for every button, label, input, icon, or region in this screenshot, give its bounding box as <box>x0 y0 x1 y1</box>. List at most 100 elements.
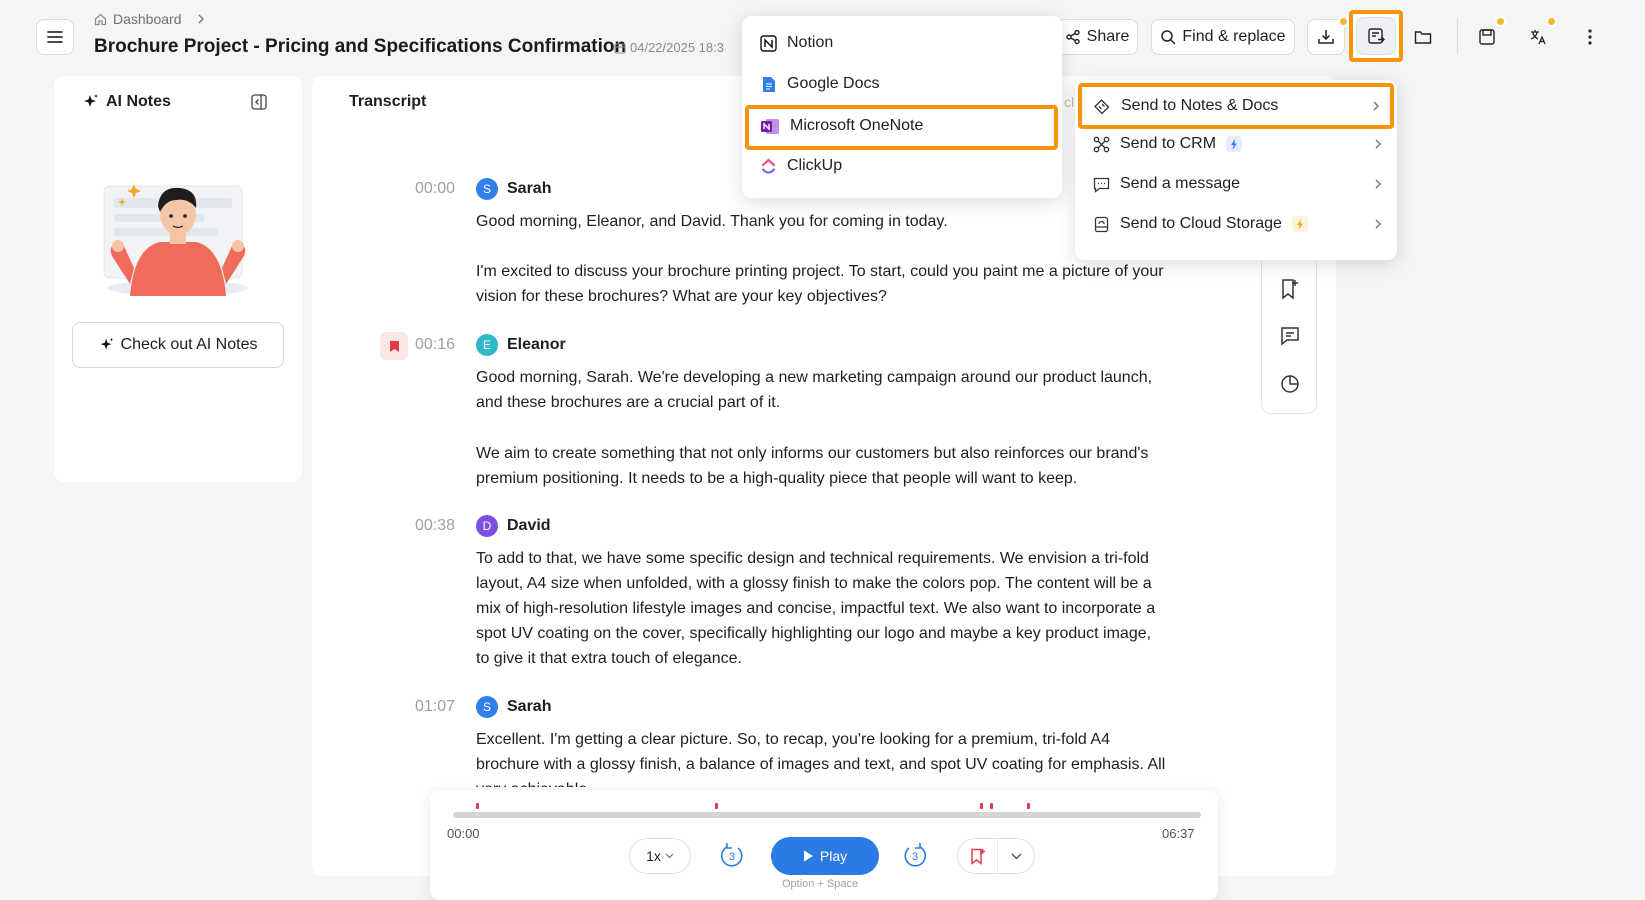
avatar: E <box>476 334 498 356</box>
skip-back-seconds: 3 <box>729 851 735 863</box>
breadcrumb[interactable]: Dashboard <box>94 11 206 27</box>
cloud-storage-icon <box>1094 216 1109 232</box>
speaker[interactable]: D David <box>476 515 551 537</box>
skip-forward-seconds: 3 <box>912 851 918 863</box>
sparkle-icon <box>100 337 113 350</box>
segment-time[interactable]: 00:00 <box>415 180 455 198</box>
side-toolbar <box>1261 262 1317 414</box>
play-icon <box>803 850 813 862</box>
chevron-right-icon <box>1373 101 1379 111</box>
bookmark-tick[interactable] <box>715 803 718 809</box>
speaker[interactable]: S Sarah <box>476 178 551 200</box>
add-bookmark-button[interactable] <box>1280 278 1300 305</box>
segment-time[interactable]: 00:16 <box>415 336 455 354</box>
ai-notes-title: AI Notes <box>82 93 171 111</box>
bookmark-tick[interactable] <box>1027 803 1030 809</box>
transcript-paragraph[interactable]: Good morning, Eleanor, and David. Thank … <box>476 209 1166 234</box>
bookmark-tick[interactable] <box>980 803 983 809</box>
bookmark-control <box>957 838 1035 874</box>
skip-forward-button[interactable]: 3 <box>901 841 929 869</box>
crm-icon <box>1093 136 1110 152</box>
pie-chart-icon <box>1281 375 1299 393</box>
chevron-right-icon <box>1375 139 1381 149</box>
transcript-paragraph[interactable]: Excellent. I'm getting a clear picture. … <box>476 727 1166 787</box>
check-out-ai-notes-button[interactable]: Check out AI Notes <box>72 322 284 368</box>
analytics-button[interactable] <box>1280 374 1300 399</box>
menu-item-notion[interactable]: Notion <box>760 34 833 52</box>
transcript-paragraph[interactable]: Good morning, Sarah. We're developing a … <box>476 365 1166 415</box>
page-title: Brochure Project - Pricing and Specifica… <box>94 36 627 57</box>
transcript-paragraph[interactable]: We aim to create something that not only… <box>476 441 1166 491</box>
translate-button[interactable] <box>1526 16 1557 49</box>
comment-button[interactable] <box>1280 326 1300 351</box>
sidebar-collapse-icon <box>251 94 267 110</box>
meeting-date: 04/22/2025 18:3 <box>614 40 724 55</box>
chevron-down-icon <box>665 853 674 859</box>
more-vertical-icon <box>1588 29 1592 45</box>
current-time: 00:00 <box>447 826 480 841</box>
play-button[interactable]: Play <box>771 837 879 875</box>
playback-speed-select[interactable]: 1x <box>629 838 691 874</box>
notion-icon <box>760 34 777 52</box>
hamburger-icon <box>47 31 63 43</box>
bookmark-add-icon <box>1282 279 1298 300</box>
bookmark-add-icon <box>970 848 985 865</box>
clickup-icon <box>761 158 776 174</box>
chevron-down-icon <box>1011 853 1021 859</box>
comment-icon <box>1281 327 1299 346</box>
share-button[interactable]: Share <box>1056 19 1138 55</box>
skip-back-button[interactable]: 3 <box>718 841 746 869</box>
speaker[interactable]: S Sarah <box>476 696 551 718</box>
collapse-panel-button[interactable] <box>251 94 267 115</box>
menu-button[interactable] <box>36 19 74 55</box>
duration: 06:37 <box>1162 826 1195 841</box>
menu-item-send-message[interactable]: Send a message <box>1093 175 1383 193</box>
menu-item-onenote[interactable]: Microsoft OneNote <box>760 117 923 135</box>
bookmark-marker[interactable] <box>380 332 408 360</box>
segment-time[interactable]: 01:07 <box>415 698 455 716</box>
share-icon <box>1065 29 1080 45</box>
more-button[interactable] <box>1578 25 1602 49</box>
chevron-right-icon <box>198 14 204 24</box>
toolbar-divider <box>1457 18 1458 54</box>
transcript-title: Transcript <box>349 93 427 110</box>
forward-icon: 3 <box>904 843 927 867</box>
save-icon <box>1479 29 1495 45</box>
notes-docs-icon <box>1094 98 1110 114</box>
folder-button[interactable] <box>1411 25 1435 49</box>
ai-notes-illustration <box>103 184 248 296</box>
breadcrumb-dashboard[interactable]: Dashboard <box>113 11 182 27</box>
export-button[interactable] <box>1356 17 1396 55</box>
export-icon <box>1368 28 1385 44</box>
find-replace-button[interactable]: Find & replace <box>1151 19 1295 55</box>
premium-badge <box>1546 16 1557 27</box>
save-button[interactable] <box>1475 16 1506 49</box>
avatar: D <box>476 515 498 537</box>
chevron-right-icon <box>1375 219 1381 229</box>
bookmark-icon <box>389 340 399 352</box>
home-icon <box>94 13 107 25</box>
menu-item-send-to-crm[interactable]: Send to CRM <box>1093 135 1383 153</box>
menu-item-send-cloud-storage[interactable]: Send to Cloud Storage <box>1093 215 1383 233</box>
bolt-icon <box>1296 218 1303 230</box>
bolt-icon <box>1231 138 1238 150</box>
transcript-paragraph[interactable]: I'm excited to discuss your brochure pri… <box>476 259 1166 309</box>
add-bookmark-player-button[interactable] <box>958 839 998 873</box>
onenote-icon <box>761 118 779 134</box>
bookmark-options-button[interactable] <box>998 839 1034 873</box>
progress-track[interactable] <box>453 812 1201 818</box>
premium-badge <box>1338 16 1349 27</box>
transcript-paragraph[interactable]: To add to that, we have some specific de… <box>476 546 1166 671</box>
menu-item-google-docs[interactable]: Google Docs <box>760 75 880 93</box>
bookmark-tick[interactable] <box>990 803 993 809</box>
menu-item-clickup[interactable]: ClickUp <box>760 157 842 175</box>
menu-item-send-to-notes-docs[interactable]: Send to Notes & Docs <box>1093 97 1381 115</box>
speaker[interactable]: E Eleanor <box>476 334 566 356</box>
google-docs-icon <box>763 76 775 92</box>
chevron-right-icon <box>1375 179 1381 189</box>
segment-time[interactable]: 00:38 <box>415 517 455 535</box>
find-replace-icon <box>1161 30 1176 45</box>
download-button[interactable] <box>1307 16 1349 55</box>
bookmark-tick[interactable] <box>476 803 479 809</box>
sparkle-icon <box>84 94 98 107</box>
